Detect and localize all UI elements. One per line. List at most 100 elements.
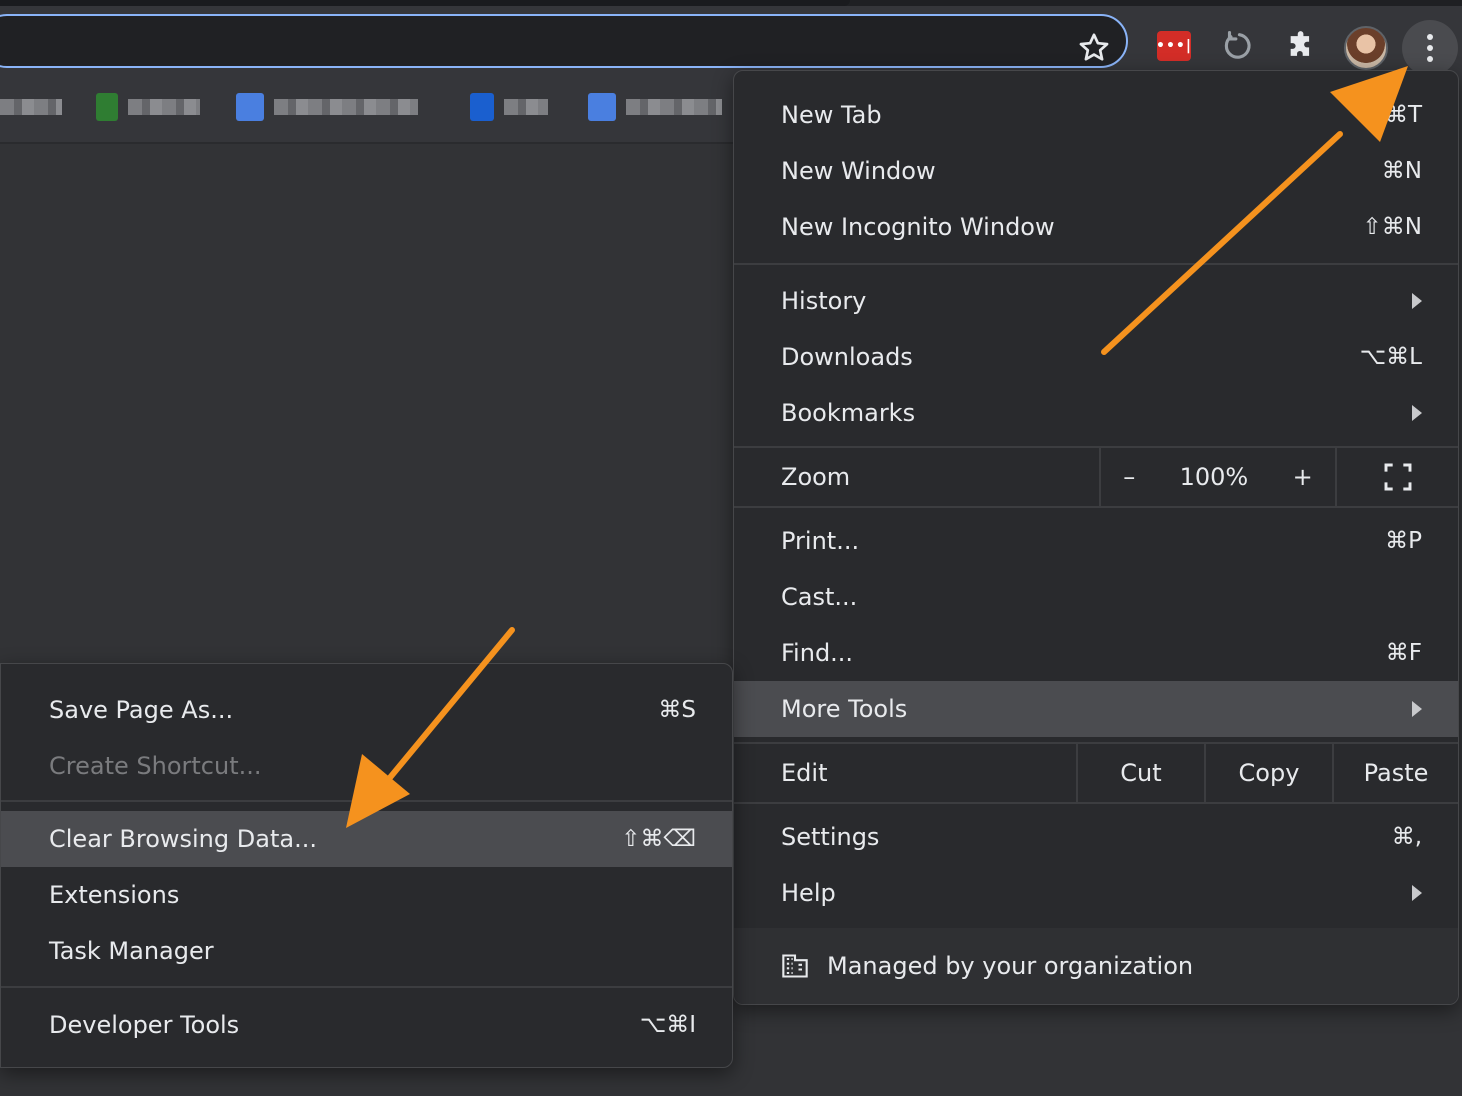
puzzle-icon[interactable]	[1282, 26, 1322, 66]
zoom-label: Zoom	[781, 463, 851, 491]
menu-item-save-page-as[interactable]: Save Page As... ⌘S	[1, 682, 732, 738]
fullscreen-button[interactable]	[1335, 448, 1458, 506]
submenu-arrow-icon	[1412, 885, 1422, 901]
menu-item-label: Extensions	[49, 881, 180, 909]
lastpass-icon[interactable]: •••|	[1154, 26, 1194, 66]
menu-item-label: New Incognito Window	[781, 213, 1055, 241]
submenu-arrow-icon	[1412, 293, 1422, 309]
menu-separator	[734, 506, 1458, 508]
bookmark-item[interactable]	[0, 92, 62, 122]
bookmark-label-blurred	[626, 99, 722, 115]
menu-item-shortcut: ⌘,	[1391, 824, 1422, 850]
menu-item-label: New Window	[781, 157, 936, 185]
menu-item-settings[interactable]: Settings ⌘,	[734, 809, 1458, 865]
refresh-glyph	[1224, 30, 1251, 59]
bookmarks-bar	[0, 80, 740, 144]
menu-item-more-tools[interactable]: More Tools	[734, 681, 1458, 737]
zoom-level: 100%	[1179, 463, 1249, 491]
menu-item-create-shortcut: Create Shortcut...	[1, 738, 732, 794]
bookmark-item[interactable]	[470, 92, 548, 122]
menu-item-label: Create Shortcut...	[49, 752, 262, 780]
lastpass-badge: •••|	[1156, 31, 1191, 61]
menu-separator	[734, 802, 1458, 804]
more-tools-submenu: Save Page As... ⌘S Create Shortcut... Cl…	[0, 663, 733, 1068]
fullscreen-icon	[1384, 463, 1411, 491]
menu-item-task-manager[interactable]: Task Manager	[1, 923, 732, 979]
menu-item-new-tab[interactable]: New Tab ⌘T	[734, 87, 1458, 143]
menu-item-label: Settings	[781, 823, 880, 851]
menu-item-find[interactable]: Find... ⌘F	[734, 625, 1458, 681]
bookmark-item[interactable]	[236, 92, 418, 122]
menu-item-label: Save Page As...	[49, 696, 234, 724]
managed-by-organization[interactable]: Managed by your organization	[734, 928, 1458, 1004]
menu-item-new-window[interactable]: New Window ⌘N	[734, 143, 1458, 199]
bookmark-item[interactable]	[96, 92, 200, 122]
zoom-in-button[interactable]: +	[1293, 463, 1313, 491]
menu-item-downloads[interactable]: Downloads ⌥⌘L	[734, 329, 1458, 385]
zoom-out-button[interactable]: –	[1123, 463, 1135, 491]
menu-item-shortcut: ⇧⌘⌫	[621, 826, 696, 852]
zoom-row: Zoom – 100% +	[734, 448, 1458, 506]
menu-item-label: Downloads	[781, 343, 913, 371]
three-dots-vertical-icon[interactable]	[1402, 20, 1458, 76]
menu-item-extensions[interactable]: Extensions	[1, 867, 732, 923]
menu-item-bookmarks[interactable]: Bookmarks	[734, 385, 1458, 441]
copy-button[interactable]: Copy	[1204, 744, 1332, 802]
paste-label: Paste	[1363, 759, 1429, 787]
browser-toolbar: •••|	[0, 6, 1462, 80]
menu-item-print[interactable]: Print... ⌘P	[734, 513, 1458, 569]
menu-separator	[1, 800, 732, 802]
menu-item-shortcut: ⌘P	[1385, 528, 1422, 554]
star-outline-icon[interactable]	[1076, 30, 1112, 66]
menu-item-shortcut: ⇧⌘N	[1362, 214, 1422, 240]
menu-item-label: Clear Browsing Data...	[49, 825, 317, 853]
bookmark-favicon-icon	[588, 93, 616, 121]
building-icon	[782, 954, 808, 978]
menu-item-new-incognito-window[interactable]: New Incognito Window ⇧⌘N	[734, 199, 1458, 255]
menu-separator	[734, 263, 1458, 265]
menu-item-cast[interactable]: Cast...	[734, 569, 1458, 625]
zoom-controls: – 100% +	[1099, 448, 1335, 506]
menu-item-shortcut: ⌥⌘L	[1359, 344, 1422, 370]
menu-item-label: Print...	[781, 527, 860, 555]
menu-item-label: Find...	[781, 639, 854, 667]
menu-item-label: Cast...	[781, 583, 858, 611]
menu-item-developer-tools[interactable]: Developer Tools ⌥⌘I	[1, 997, 732, 1053]
bookmark-favicon-icon	[236, 93, 264, 121]
menu-item-label: Task Manager	[49, 937, 214, 965]
bookmark-favicon-icon	[96, 93, 118, 121]
bookmark-item[interactable]	[588, 92, 722, 122]
cut-label: Cut	[1120, 759, 1162, 787]
bookmark-favicon-icon	[470, 93, 494, 121]
managed-label: Managed by your organization	[827, 952, 1194, 980]
edit-row: Edit Cut Copy Paste	[734, 744, 1458, 802]
menu-item-history[interactable]: History	[734, 273, 1458, 329]
menu-item-label: New Tab	[781, 101, 882, 129]
chrome-main-menu: New Tab ⌘T New Window ⌘N New Incognito W…	[733, 70, 1459, 1005]
submenu-arrow-icon	[1412, 701, 1422, 717]
menu-item-label: Developer Tools	[49, 1011, 240, 1039]
paste-button[interactable]: Paste	[1332, 744, 1458, 802]
profile-avatar[interactable]	[1344, 26, 1388, 70]
submenu-arrow-icon	[1412, 405, 1422, 421]
bookmark-label-blurred	[274, 99, 418, 115]
refresh-extension-icon[interactable]	[1218, 26, 1258, 66]
copy-label: Copy	[1238, 759, 1300, 787]
menu-item-help[interactable]: Help	[734, 865, 1458, 921]
menu-item-shortcut: ⌘S	[658, 697, 696, 723]
menu-separator	[1, 986, 732, 988]
menu-item-shortcut: ⌘T	[1384, 102, 1422, 128]
bookmark-label-blurred	[0, 99, 62, 115]
menu-item-shortcut: ⌘N	[1381, 158, 1422, 184]
menu-item-shortcut: ⌥⌘I	[639, 1012, 696, 1038]
menu-item-label: Help	[781, 879, 836, 907]
bookmark-label-blurred	[128, 99, 200, 115]
cut-button[interactable]: Cut	[1076, 744, 1204, 802]
menu-item-label: Bookmarks	[781, 399, 916, 427]
menu-item-label: More Tools	[781, 695, 908, 723]
puzzle-glyph	[1290, 31, 1310, 56]
menu-item-shortcut: ⌘F	[1385, 640, 1422, 666]
bookmark-label-blurred	[504, 99, 548, 115]
menu-item-clear-browsing-data[interactable]: Clear Browsing Data... ⇧⌘⌫	[1, 811, 732, 867]
address-bar[interactable]	[0, 14, 1128, 68]
